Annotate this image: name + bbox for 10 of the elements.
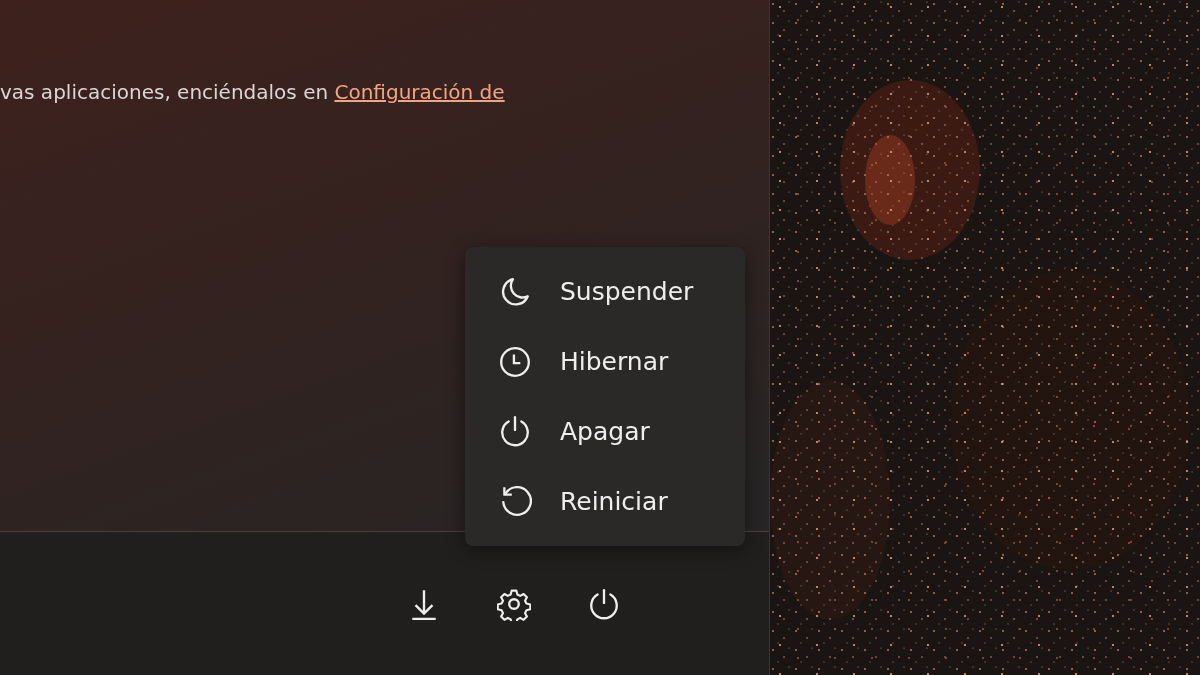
menu-item[interactable]: Reiniciar <box>465 471 745 532</box>
menu-item[interactable]: Hibernar <box>465 331 745 392</box>
power-icon <box>498 414 532 449</box>
menu-item[interactable]: Apagar <box>465 401 745 462</box>
settings-link[interactable]: Configuración de <box>334 80 505 104</box>
power-icon <box>587 586 621 621</box>
clock-icon <box>498 344 532 379</box>
menu-item[interactable]: Suspender <box>465 261 745 322</box>
notice-text: vas aplicaciones, enciéndalos en Configuración de <box>0 80 506 104</box>
power-button[interactable] <box>587 586 621 621</box>
